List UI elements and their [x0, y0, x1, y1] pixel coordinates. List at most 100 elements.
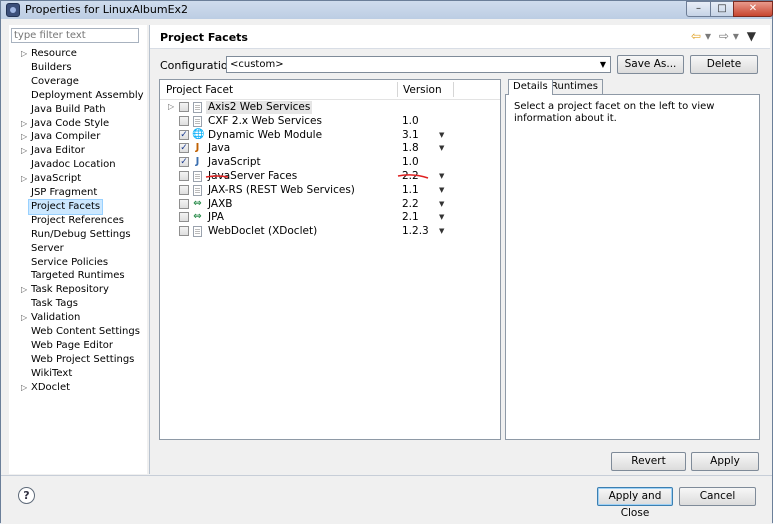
tree-item-deployment-assembly[interactable]: Deployment Assembly — [31, 89, 144, 103]
tree-item-label: Web Content Settings — [31, 326, 140, 337]
tree-item-java-code-style[interactable]: ▷ Java Code Style — [21, 117, 110, 131]
tree-item-resource[interactable]: ▷ Resource — [21, 47, 77, 61]
facet-row[interactable]: ⇔ JPA 2.1 ▼ — [160, 211, 500, 225]
tree-item-java-compiler[interactable]: ▷ Java Compiler — [21, 130, 101, 144]
facet-row[interactable]: JAX-RS (REST Web Services) 1.1 ▼ — [160, 184, 500, 198]
chevron-down-icon[interactable]: ▼ — [439, 184, 444, 197]
tab-runtimes[interactable]: Runtimes — [546, 79, 603, 94]
tree-item-xdoclet[interactable]: ▷ XDoclet — [21, 381, 70, 395]
tree-item-builders[interactable]: Builders — [31, 61, 72, 75]
tree-item-web-page-editor[interactable]: Web Page Editor — [31, 339, 113, 353]
revert-button[interactable]: Revert — [611, 452, 686, 471]
expand-arrow-icon[interactable]: ▷ — [21, 144, 27, 158]
expand-arrow-icon[interactable]: ▷ — [21, 130, 27, 144]
chevron-down-icon[interactable]: ▼ — [439, 142, 444, 155]
tree-item-task-tags[interactable]: Task Tags — [31, 297, 78, 311]
tree-item-web-content-settings[interactable]: Web Content Settings — [31, 325, 140, 339]
apply-and-close-button[interactable]: Apply and Close — [597, 487, 673, 519]
tree-item-javascript[interactable]: ▷ JavaScript — [21, 172, 81, 186]
tree-item-project-facets[interactable]: Project Facets — [27, 198, 104, 215]
details-text: Select a project facet on the left to vi… — [514, 101, 715, 124]
expand-arrow-icon[interactable]: ▷ — [168, 102, 174, 111]
chevron-down-icon[interactable]: ▼ — [439, 129, 444, 142]
tree-item-java-build-path[interactable]: Java Build Path — [31, 103, 106, 117]
facet-checkbox[interactable] — [179, 184, 189, 195]
facet-checkbox[interactable] — [179, 102, 189, 112]
expand-arrow-icon[interactable]: ▷ — [21, 381, 27, 395]
facet-row[interactable]: ✓ J Java 1.8 ▼ — [160, 142, 500, 156]
properties-window: Properties for LinuxAlbumEx2 – □ ✕ ▷ Reso… — [0, 0, 773, 524]
column-header-version[interactable]: Version — [403, 84, 442, 96]
tree-item-label: Task Repository — [31, 284, 109, 296]
maximize-button[interactable]: □ — [710, 1, 734, 17]
facet-row[interactable]: CXF 2.x Web Services 1.0 — [160, 115, 500, 129]
expand-arrow-icon[interactable]: ▷ — [21, 47, 27, 61]
filter-input[interactable] — [11, 28, 139, 43]
facet-row[interactable]: ⇔ JAXB 2.2 ▼ — [160, 198, 500, 212]
chevron-down-icon[interactable]: ▼ — [439, 225, 444, 238]
facet-row[interactable]: ✓ 🌐 Dynamic Web Module 3.1 ▼ — [160, 129, 500, 143]
chevron-down-icon[interactable]: ▼ — [439, 211, 444, 224]
facet-version[interactable]: 2.2 — [402, 198, 419, 211]
tree-item-project-references[interactable]: Project References — [31, 214, 124, 228]
facet-name: JAXB — [208, 197, 233, 210]
chevron-down-icon[interactable]: ▾ — [733, 29, 739, 43]
delete-button[interactable]: Delete — [690, 55, 758, 74]
tree-item-label: Java Compiler — [31, 131, 101, 143]
facet-row[interactable]: WebDoclet (XDoclet) 1.2.3 ▼ — [160, 225, 500, 239]
apply-button[interactable]: Apply — [691, 452, 759, 471]
tree-item-validation[interactable]: ▷ Validation — [21, 311, 80, 325]
chevron-down-icon[interactable]: ▼ — [439, 170, 444, 183]
facet-checkbox[interactable] — [179, 115, 189, 126]
facet-checkbox[interactable]: ✓ — [179, 157, 189, 168]
facet-version[interactable]: 1.8 — [402, 142, 419, 155]
facet-name: Java — [208, 142, 231, 155]
chevron-down-icon[interactable]: ▾ — [705, 29, 711, 43]
cancel-button[interactable]: Cancel — [679, 487, 756, 506]
facet-row[interactable]: ▷ Axis2 Web Services — [160, 101, 500, 115]
expand-arrow-icon[interactable]: ▷ — [21, 283, 27, 297]
facet-checkbox[interactable] — [179, 171, 189, 181]
facet-checkbox[interactable] — [179, 226, 189, 237]
tree-item-service-policies[interactable]: Service Policies — [31, 256, 108, 270]
expand-arrow-icon[interactable]: ▷ — [21, 117, 27, 131]
tree-item-wikitext[interactable]: WikiText — [31, 367, 72, 381]
close-button[interactable]: ✕ — [733, 1, 773, 17]
expand-arrow-icon[interactable]: ▷ — [21, 311, 27, 325]
tree-item-task-repository[interactable]: ▷ Task Repository — [21, 283, 109, 297]
facet-checkbox[interactable] — [179, 212, 189, 223]
facet-version[interactable]: 2.1 — [402, 211, 419, 224]
facet-checkbox[interactable]: ✓ — [179, 143, 189, 154]
facet-checkbox[interactable]: ✓ — [179, 129, 189, 140]
forward-arrow-icon[interactable]: ⇨ — [719, 29, 729, 43]
tab-details[interactable]: Details — [508, 79, 553, 95]
tree-item-jsp-fragment[interactable]: JSP Fragment — [31, 186, 97, 200]
tree-item-label: Web Page Editor — [31, 339, 113, 351]
configuration-select[interactable]: <custom> ▼ — [226, 56, 611, 73]
save-as-button[interactable]: Save As... — [617, 55, 684, 74]
tree-item-run-debug-settings[interactable]: Run/Debug Settings — [31, 228, 131, 242]
tree-item-label: Java Code Style — [31, 117, 110, 129]
tree-item-web-project-settings[interactable]: Web Project Settings — [31, 353, 134, 367]
column-header-facet[interactable]: Project Facet — [166, 84, 233, 96]
facet-name: JPA — [208, 211, 224, 224]
back-arrow-icon[interactable]: ⇦ — [691, 29, 701, 43]
tree-item-coverage[interactable]: Coverage — [31, 75, 79, 89]
title-bar[interactable]: Properties for LinuxAlbumEx2 – □ ✕ — [1, 1, 773, 19]
expand-arrow-icon[interactable]: ▷ — [21, 172, 27, 186]
tree-item-server[interactable]: Server — [31, 242, 64, 256]
document-icon — [193, 226, 202, 238]
facet-version[interactable]: 1.2.3 — [402, 225, 429, 238]
facet-version[interactable]: 1.1 — [402, 184, 419, 197]
window-title: Properties for LinuxAlbumEx2 — [25, 3, 189, 16]
minimize-button[interactable]: – — [686, 1, 711, 17]
facet-row[interactable]: ✓ J JavaScript 1.0 — [160, 156, 500, 170]
facet-version[interactable]: 3.1 — [402, 129, 419, 142]
view-menu-icon[interactable]: ▼ — [747, 29, 756, 43]
chevron-down-icon[interactable]: ▼ — [439, 198, 444, 211]
tree-item-targeted-runtimes[interactable]: Targeted Runtimes — [31, 269, 125, 283]
tree-item-javadoc-location[interactable]: Javadoc Location — [31, 158, 116, 172]
tree-item-java-editor[interactable]: ▷ Java Editor — [21, 144, 85, 158]
facet-checkbox[interactable] — [179, 198, 189, 209]
help-icon[interactable]: ? — [18, 487, 35, 504]
